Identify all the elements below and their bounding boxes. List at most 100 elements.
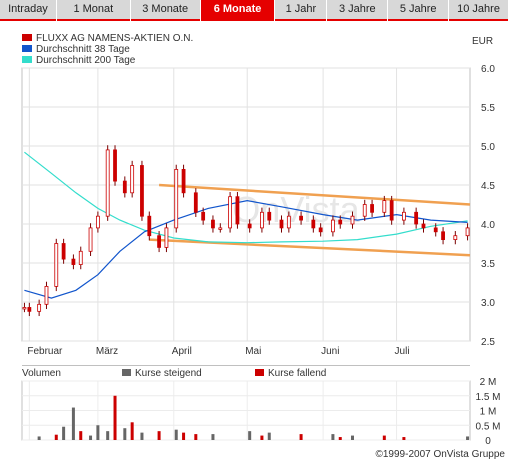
candle xyxy=(140,165,144,217)
candle xyxy=(235,196,240,225)
candle xyxy=(27,307,32,312)
candle xyxy=(218,227,223,230)
tab-10-jahre[interactable]: 10 Jahre xyxy=(449,0,508,21)
x-tick-label: Juni xyxy=(321,346,339,357)
tab-1-monat[interactable]: 1 Monat xyxy=(56,0,130,21)
y-tick-label: 3.0 xyxy=(481,298,495,309)
volume-bar xyxy=(71,407,75,440)
volume-bar xyxy=(174,429,178,440)
tab-3-jahre[interactable]: 3 Jahre xyxy=(327,0,388,21)
tab-6-monate[interactable]: 6 Monate xyxy=(200,0,275,21)
candle xyxy=(54,243,59,287)
volume-bar xyxy=(157,431,161,440)
chart-panel: FLUXX AG NAMENS-AKTIEN O.N. Durchschnitt… xyxy=(0,21,509,463)
y-tick-label: 2.5 xyxy=(481,337,495,348)
month-axis-labels: Februar März April Mai Juni Juli xyxy=(27,346,409,357)
candle xyxy=(453,235,458,240)
candle xyxy=(22,307,27,310)
tab-1-jahr[interactable]: 1 Jahr xyxy=(275,0,327,21)
candle xyxy=(211,219,215,229)
volume-bar xyxy=(382,435,386,440)
volume-bar xyxy=(402,437,406,440)
candle xyxy=(247,223,252,229)
price-axis-ticks: 2.5 3.0 3.5 4.0 4.5 5.0 5.5 6.0 xyxy=(481,64,495,348)
x-tick-label: Mai xyxy=(245,346,261,357)
y-tick-label: 6.0 xyxy=(481,64,495,75)
candle xyxy=(61,243,66,260)
candle xyxy=(382,200,387,213)
volume-bar xyxy=(130,422,134,440)
candle xyxy=(78,250,83,265)
legend-swatch-ma200 xyxy=(22,56,32,63)
candle xyxy=(389,200,394,221)
candle xyxy=(260,211,264,229)
volume-legend-up-swatch xyxy=(122,369,131,376)
x-tick-label: Februar xyxy=(27,346,63,357)
candle xyxy=(193,192,198,213)
volume-bar xyxy=(79,431,83,440)
legend-label-price: FLUXX AG NAMENS-AKTIEN O.N. xyxy=(36,33,193,44)
volume-bar xyxy=(106,431,110,440)
candle xyxy=(441,231,445,241)
candle xyxy=(362,204,367,217)
candle xyxy=(88,227,93,252)
volume-tick-label: 1 M xyxy=(480,407,497,418)
volume-bar xyxy=(331,434,335,440)
volume-bar xyxy=(466,436,470,440)
volume-bar xyxy=(248,431,252,440)
legend-swatch-ma38 xyxy=(22,45,32,52)
volume-tick-label: 2 M xyxy=(480,377,497,388)
volume-bar xyxy=(299,434,303,440)
volume-bar xyxy=(123,428,127,440)
y-tick-label: 4.5 xyxy=(481,181,495,192)
volume-bar xyxy=(338,437,342,440)
volume-tick-label: 1.5 M xyxy=(475,392,500,403)
legend-label-ma38: Durchschnitt 38 Tage xyxy=(36,44,130,55)
candle xyxy=(338,219,343,225)
volume-bar xyxy=(267,432,271,440)
candle xyxy=(465,227,470,237)
candle xyxy=(433,227,438,233)
candle xyxy=(331,219,335,233)
candle xyxy=(164,227,169,248)
candle xyxy=(402,211,406,221)
volume-legend-up-label: Kurse steigend xyxy=(135,368,202,379)
volume-axis-ticks: 0 0.5 M 1 M 1.5 M 2 M xyxy=(475,377,500,447)
volume-bar xyxy=(113,395,117,440)
volume-bar xyxy=(194,434,198,440)
candle xyxy=(299,215,303,221)
candle xyxy=(122,180,127,194)
candle xyxy=(157,235,161,248)
tab-5-jahre[interactable]: 5 Jahre xyxy=(388,0,449,21)
volume-bar xyxy=(211,434,215,440)
volume-bar xyxy=(140,432,144,440)
tab-intraday[interactable]: Intraday xyxy=(0,0,56,21)
candle xyxy=(181,168,186,194)
y-tick-label: 3.5 xyxy=(481,259,495,270)
x-tick-label: Juli xyxy=(395,346,410,357)
candle xyxy=(228,196,232,229)
period-tabs: Intraday 1 Monat 3 Monate 6 Monate 1 Jah… xyxy=(0,0,509,21)
legend-swatch-price xyxy=(22,34,32,41)
y-tick-label: 4.0 xyxy=(481,220,495,231)
volume-title: Volumen xyxy=(22,368,61,379)
candle xyxy=(370,204,374,213)
volume-bar xyxy=(37,436,41,440)
candle xyxy=(279,219,284,229)
tab-3-monate[interactable]: 3 Monate xyxy=(130,0,200,21)
chart-svg: FLUXX AG NAMENS-AKTIEN O.N. Durchschnitt… xyxy=(21,33,505,460)
volume-bar xyxy=(96,425,100,440)
candle xyxy=(105,149,110,217)
volume-tick-label: 0 xyxy=(485,436,491,447)
candle xyxy=(350,215,355,225)
candle xyxy=(95,215,100,229)
candle xyxy=(147,215,152,237)
legend-label-ma200: Durchschnitt 200 Tage xyxy=(36,55,136,66)
divider xyxy=(22,365,470,366)
candle xyxy=(311,219,316,229)
candle xyxy=(201,211,206,221)
candle xyxy=(37,303,42,312)
volume-bar xyxy=(62,426,66,440)
volume-legend-down-swatch xyxy=(255,369,264,376)
candle xyxy=(130,165,135,194)
